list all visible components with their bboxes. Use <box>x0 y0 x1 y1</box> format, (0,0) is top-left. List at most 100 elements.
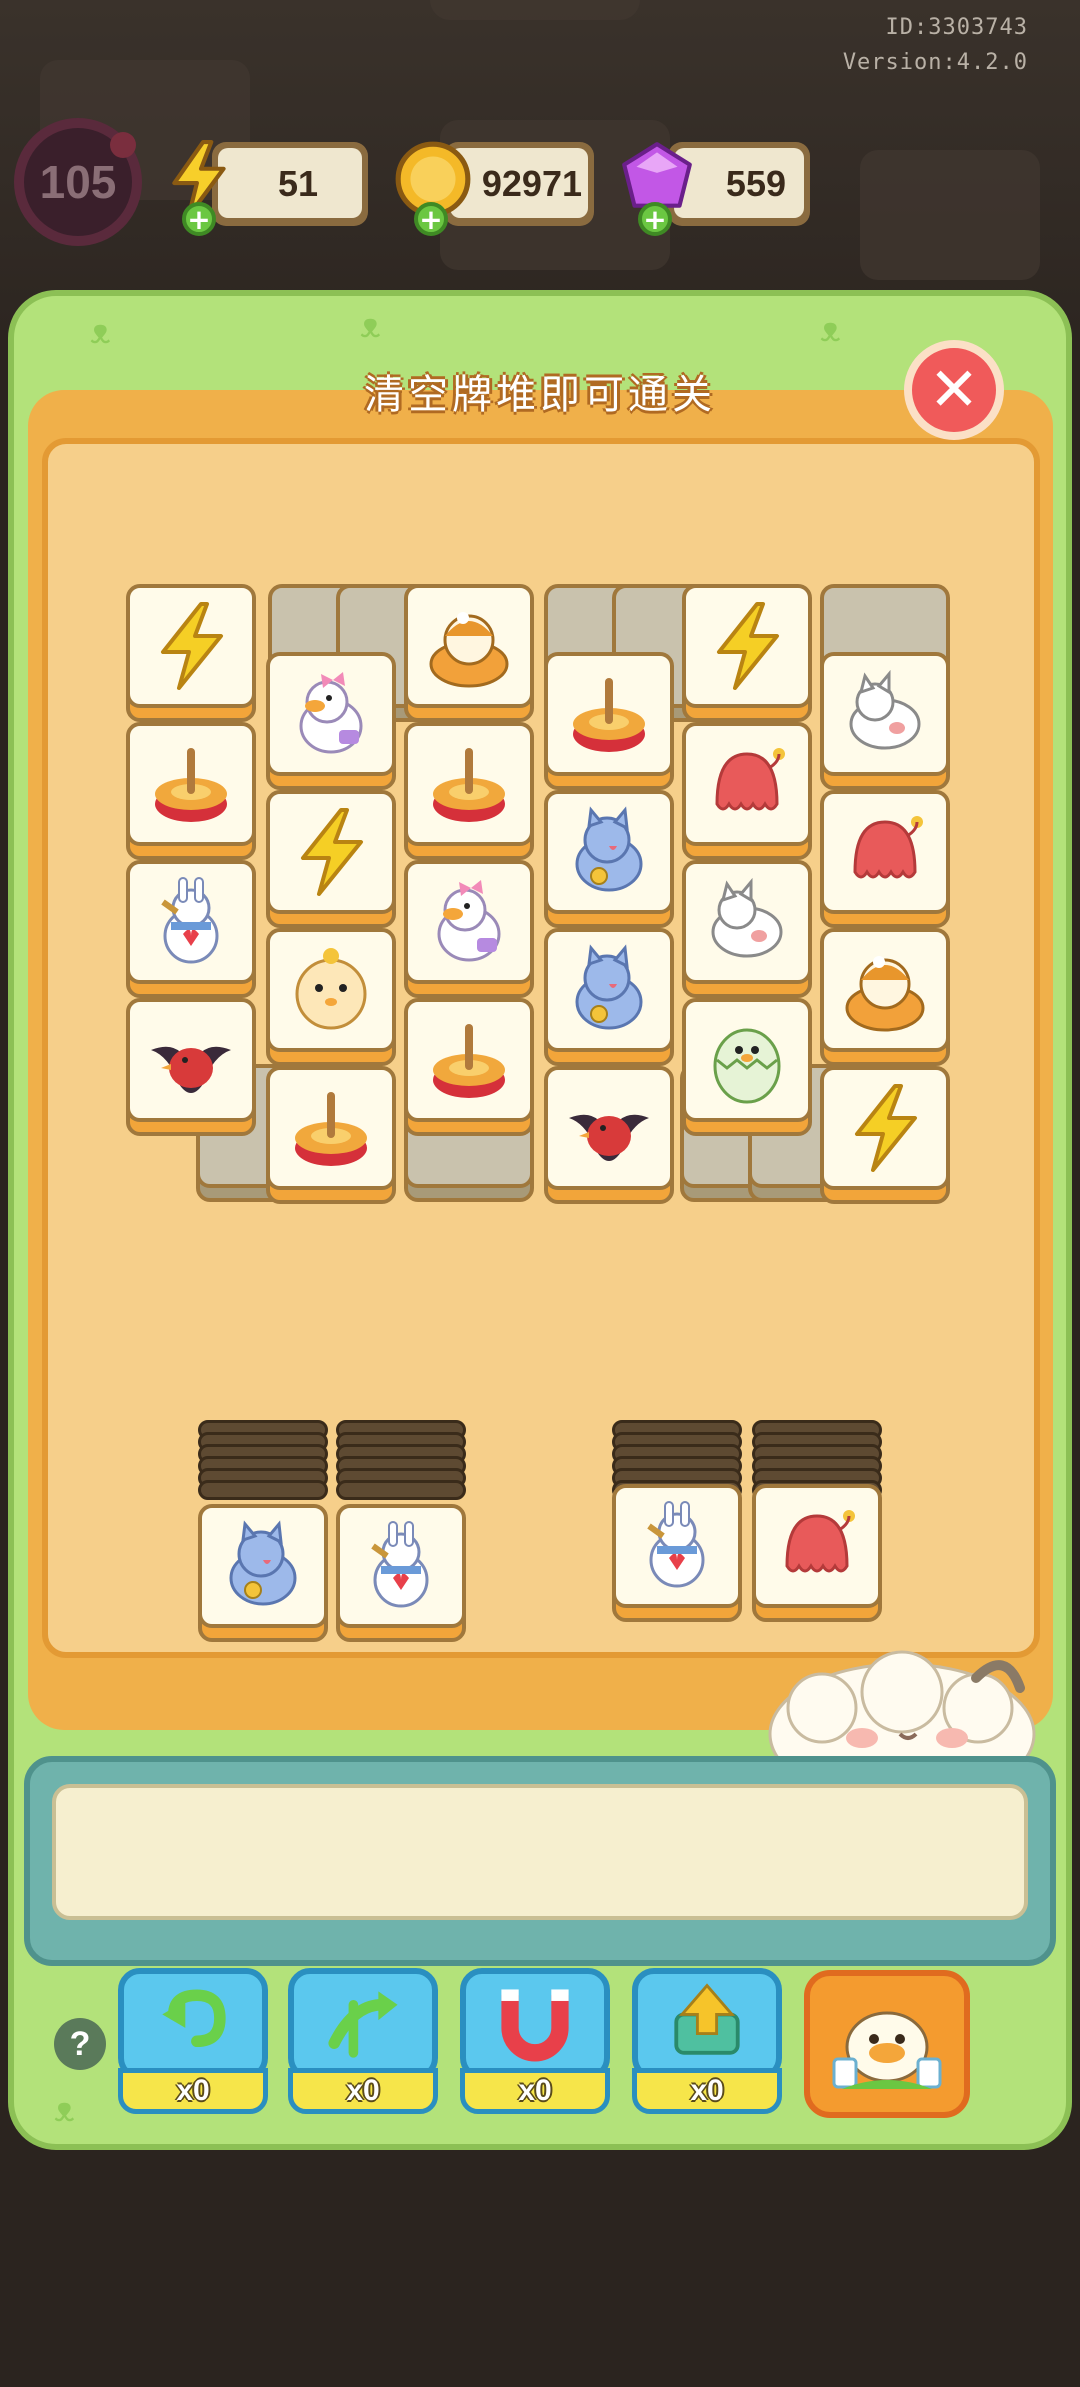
pufferfish-icon <box>295 948 367 1030</box>
add-gems-button[interactable]: + <box>638 202 672 236</box>
coin-counter[interactable]: + 92971 <box>395 141 594 236</box>
egg-chick-icon <box>713 1028 781 1104</box>
close-icon: ✕ <box>928 355 980 425</box>
board-tile[interactable] <box>820 928 950 1066</box>
energy-value: 51 <box>277 163 318 204</box>
energy-counter[interactable]: + 51 <box>172 140 368 236</box>
rabbit-heart-icon <box>371 1521 429 1608</box>
tool-count: x0 <box>118 2068 268 2114</box>
stack-layer <box>336 1480 466 1500</box>
duck-bow-icon <box>437 880 501 962</box>
level-number: 105 <box>39 156 117 208</box>
red-octopus-icon <box>715 748 785 811</box>
undo-arrow-icon <box>162 1989 226 2048</box>
up-arrow-box-icon <box>674 1983 740 2055</box>
help-icon: ? <box>69 2024 91 2063</box>
version-label: Version:4.2.0 <box>842 50 1028 75</box>
tile-tray <box>24 1756 1056 1966</box>
grass-decoration: ᴥ <box>820 310 841 350</box>
level-badge[interactable]: 105 <box>14 118 142 246</box>
red-octopus-icon <box>853 816 923 879</box>
board-tile[interactable] <box>404 860 534 998</box>
board-tile[interactable] <box>682 860 812 998</box>
board-tile[interactable] <box>126 998 256 1136</box>
board-tile[interactable] <box>266 928 396 1066</box>
shuffle-arrow-icon <box>328 1991 398 2058</box>
board-tile[interactable] <box>404 584 534 722</box>
blue-cat-icon <box>229 1520 297 1606</box>
gem-value: 559 <box>725 163 786 204</box>
lightning-icon <box>301 808 363 896</box>
move-out-tool-button[interactable]: x0 <box>288 1968 438 2118</box>
rabbit-heart-icon <box>161 877 219 964</box>
white-cat-icon <box>849 669 921 750</box>
magnet-icon <box>501 1989 569 2062</box>
board-tile[interactable] <box>544 790 674 928</box>
white-cat-icon <box>711 877 783 958</box>
stack-top-tile[interactable] <box>336 1504 466 1642</box>
gem-counter[interactable]: + 559 <box>622 142 810 236</box>
board-tile[interactable] <box>682 998 812 1136</box>
board-tile[interactable] <box>682 722 812 860</box>
tray-slot-area <box>52 1784 1028 1920</box>
board-tile[interactable] <box>266 790 396 928</box>
duck-bow-icon <box>299 672 363 754</box>
sheep-mascot <box>768 1650 1036 1758</box>
grass-decoration: ᴥ <box>360 306 381 346</box>
coin-value: 92971 <box>481 163 582 204</box>
board-tile[interactable] <box>820 652 950 790</box>
board-tile[interactable] <box>544 928 674 1066</box>
board-tile[interactable] <box>126 584 256 722</box>
stack-top-tile[interactable] <box>612 1484 742 1622</box>
board-tile[interactable] <box>266 1066 396 1204</box>
grass-decoration: ᴥ <box>90 312 111 352</box>
bun-cat-icon <box>429 612 509 688</box>
special-sheep-button[interactable] <box>804 1970 970 2118</box>
spinning-top-icon <box>433 748 505 822</box>
close-button[interactable]: ✕ <box>904 340 1004 440</box>
red-octopus-icon <box>785 1510 855 1573</box>
tool-count: x0 <box>460 2068 610 2114</box>
undo-tool-button[interactable]: x0 <box>118 1968 268 2118</box>
help-button[interactable]: ? <box>54 2018 106 2070</box>
notification-dot <box>110 132 136 158</box>
lightning-icon <box>855 1084 917 1172</box>
build-info: ID:3303743 Version:4.2.0 <box>843 10 1028 80</box>
board-tile[interactable] <box>820 790 950 928</box>
stack-layer <box>198 1480 328 1500</box>
bun-cat-icon <box>845 956 925 1032</box>
lightning-icon <box>717 602 779 690</box>
board-tile[interactable] <box>126 722 256 860</box>
board-tile[interactable] <box>544 1066 674 1204</box>
sheep-duck-icon <box>832 2011 942 2089</box>
stack-top-tile[interactable] <box>752 1484 882 1622</box>
blue-cat-icon <box>575 944 643 1030</box>
red-bird-icon <box>151 1046 231 1093</box>
background-ledge <box>430 0 640 20</box>
board-tile[interactable] <box>544 652 674 790</box>
board-tile[interactable] <box>404 998 534 1136</box>
tool-count: x0 <box>632 2068 782 2114</box>
board-tile[interactable] <box>404 722 534 860</box>
background-building <box>860 150 1040 280</box>
rabbit-heart-icon <box>647 1501 705 1588</box>
board-tile[interactable] <box>682 584 812 722</box>
spinning-top-icon <box>155 748 227 822</box>
magnet-tool-button[interactable]: x0 <box>460 1968 610 2118</box>
lightning-icon <box>161 602 223 690</box>
spinning-top-icon <box>573 678 645 752</box>
spinning-top-icon <box>295 1092 367 1166</box>
board-tile[interactable] <box>266 652 396 790</box>
player-id: ID:3303743 <box>885 15 1028 40</box>
red-bird-icon <box>569 1114 649 1161</box>
add-energy-button[interactable]: + <box>182 202 216 236</box>
spinning-top-icon <box>433 1024 505 1098</box>
tool-count: x0 <box>288 2068 438 2114</box>
board-tile[interactable] <box>126 860 256 998</box>
add-coins-button[interactable]: + <box>414 202 448 236</box>
blue-cat-icon <box>575 806 643 892</box>
remove-tool-button[interactable]: x0 <box>632 1968 782 2118</box>
grass-decoration: ᴥ <box>54 2090 75 2130</box>
stack-top-tile[interactable] <box>198 1504 328 1642</box>
board-tile[interactable] <box>820 1066 950 1204</box>
